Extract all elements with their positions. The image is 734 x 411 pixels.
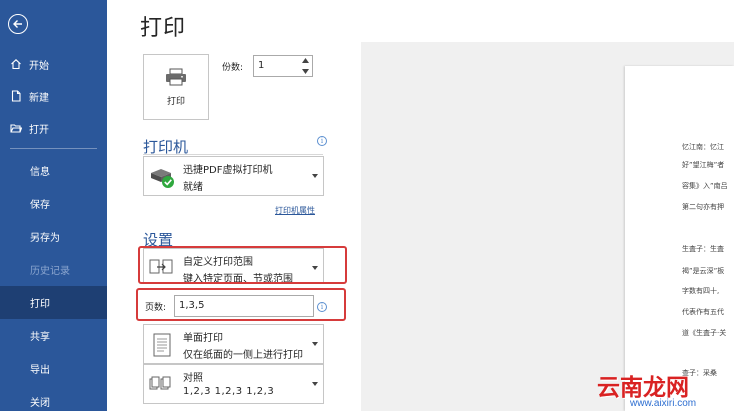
preview-page: 忆江南：忆江 好”望江梅”者 容集》入”南吕 第二句亦有押 生査子：生査 褐”是…: [625, 66, 734, 411]
preview-line: 褐”是云深”板: [682, 267, 725, 275]
print-button-label: 打印: [166, 96, 185, 107]
printer-name: 迅捷PDF虚拟打印机: [183, 165, 273, 176]
sidebar-item-history: 历史记录: [0, 253, 107, 286]
watermark-url: www.aixiri.com: [630, 398, 697, 409]
print-preview[interactable]: 忆江南：忆江 好”望江梅”者 容集》入”南吕 第二句亦有押 生査子：生査 褐”是…: [361, 42, 734, 411]
chevron-down-icon: [312, 342, 318, 346]
sidebar-item-share[interactable]: 共享: [0, 319, 107, 352]
highlight-box: [138, 246, 347, 284]
sidebar-item-label: 历史记录: [30, 266, 70, 277]
sidebar-item-label: 共享: [30, 332, 50, 343]
sidebar-item-label: 保存: [30, 200, 50, 211]
sidebar-item-info[interactable]: 信息: [0, 154, 107, 187]
folder-open-icon: [10, 122, 23, 134]
sidebar-item-home[interactable]: 开始: [0, 48, 107, 80]
sidebar-top-nav: 开始 新建 打开: [0, 48, 107, 144]
printer-icon: [165, 68, 187, 89]
section-divider: [143, 154, 323, 155]
sidebar-item-close[interactable]: 关闭: [0, 385, 107, 411]
copies-spinner[interactable]: [301, 58, 310, 74]
watermark-text: 云南龙网: [597, 375, 689, 401]
sidebar-bottom-nav: 信息 保存 另存为 历史记录 打印 共享 导出 关闭: [0, 154, 107, 411]
preview-line: 好”望江梅”者: [682, 161, 725, 169]
sidebar-item-label: 信息: [30, 167, 50, 178]
printer-status: 就绪: [183, 182, 203, 193]
preview-line: 生査子：生査: [682, 245, 724, 253]
home-icon: [10, 58, 22, 70]
new-document-icon: [10, 90, 22, 102]
copies-stepper[interactable]: 1: [253, 55, 313, 77]
printer-select[interactable]: 迅捷PDF虚拟打印机 就绪: [143, 156, 324, 196]
preview-line: 容集》入”南吕: [682, 182, 728, 190]
print-button[interactable]: 打印: [143, 54, 209, 120]
collate-icon: [149, 373, 175, 397]
printer-ready-icon: [149, 165, 175, 189]
sided-subtitle: 仅在纸面的一侧上进行打印: [183, 350, 303, 361]
preview-line: 忆江南：忆江: [682, 143, 724, 151]
preview-line: 道《生査子·关: [682, 329, 727, 337]
collate-title: 对照: [183, 373, 203, 384]
sided-select[interactable]: 单面打印 仅在纸面的一侧上进行打印: [143, 324, 324, 364]
sidebar-item-label: 开始: [29, 60, 49, 72]
highlight-box: [136, 288, 346, 321]
sidebar-item-label: 另存为: [30, 233, 60, 244]
info-icon[interactable]: i: [317, 136, 327, 146]
backstage-sidebar: 开始 新建 打开 信息 保存 另存为 历史记录 打印 共享 导出 关闭: [0, 0, 107, 411]
chevron-down-icon: [312, 382, 318, 386]
sidebar-item-label: 导出: [30, 365, 50, 376]
sidebar-item-save[interactable]: 保存: [0, 187, 107, 220]
preview-line: 第二句亦有押: [682, 203, 724, 211]
sidebar-item-label: 打开: [29, 124, 49, 136]
print-panel: 打印 打印 份数: 1 打印机 i 迅捷PDF虚拟打印机 就绪 打印机属性 设置…: [107, 0, 734, 411]
sidebar-item-export[interactable]: 导出: [0, 352, 107, 385]
sidebar-divider: [10, 148, 97, 149]
sidebar-item-label: 新建: [29, 92, 49, 104]
spin-up-icon[interactable]: [302, 58, 309, 63]
sided-title: 单面打印: [183, 333, 223, 344]
one-sided-icon: [149, 333, 175, 357]
page-title: 打印: [140, 16, 187, 41]
copies-value: 1: [258, 60, 265, 71]
printer-properties-link[interactable]: 打印机属性: [275, 205, 315, 216]
preview-line: 代表作有五代: [682, 308, 724, 316]
sidebar-item-print[interactable]: 打印: [0, 286, 107, 319]
collate-subtitle: 1,2,3 1,2,3 1,2,3: [183, 386, 275, 397]
copies-label: 份数:: [222, 63, 244, 73]
chevron-down-icon: [312, 174, 318, 178]
spin-down-icon[interactable]: [302, 69, 309, 74]
collate-select[interactable]: 对照 1,2,3 1,2,3 1,2,3: [143, 364, 324, 404]
sidebar-item-open[interactable]: 打开: [0, 112, 107, 144]
sidebar-item-label: 打印: [30, 299, 50, 310]
sidebar-item-new[interactable]: 新建: [0, 80, 107, 112]
sidebar-item-label: 关闭: [30, 398, 50, 409]
back-arrow-icon[interactable]: [8, 14, 28, 34]
sidebar-item-save-as[interactable]: 另存为: [0, 220, 107, 253]
preview-line: 字数有四十,: [682, 287, 720, 295]
